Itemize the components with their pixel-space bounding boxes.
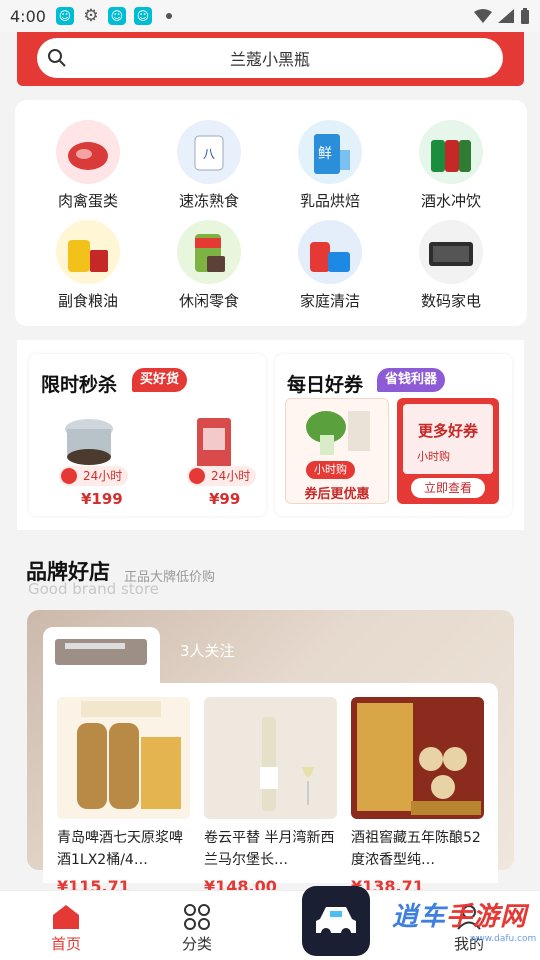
product-name: 卷云平替 半月湾新西兰马尔堡长… <box>204 830 335 868</box>
view-now-button[interactable]: 立即查看 <box>411 478 485 498</box>
cleaning-icon <box>298 220 362 284</box>
promo-section: 限时秒杀 买好货 24小时 24小时 ¥199 ¥99 每日好券 省钱利器 小时… <box>17 340 524 530</box>
meat-icon <box>56 120 120 184</box>
product-image <box>57 697 190 819</box>
more-notifications-dot-icon <box>165 13 172 19</box>
category-item[interactable]: 八 速冻熟食 <box>159 120 259 211</box>
battery-icon <box>521 8 529 24</box>
app-badge-car-icon <box>302 886 370 956</box>
category-item[interactable]: 休闲零食 <box>159 220 259 311</box>
flash-price: ¥199 <box>81 490 123 508</box>
faucet-icon <box>55 639 147 665</box>
search-header: 兰蔻小黑瓶 <box>17 32 524 86</box>
product-card[interactable]: 酒祖窖藏五年陈酿52度浓香型纯… ¥138.71 <box>351 697 484 896</box>
flash-price: ¥99 <box>209 490 241 508</box>
svg-text:鲜: 鲜 <box>318 146 332 162</box>
search-placeholder: 兰蔻小黑瓶 <box>229 50 310 69</box>
brand-section-subtitle-en: Good brand store <box>28 580 159 598</box>
tab-home[interactable]: 首页 <box>31 903 101 954</box>
product-image <box>351 697 484 819</box>
speaker-icon <box>419 220 483 284</box>
home-icon <box>31 903 101 931</box>
snack-icon <box>177 220 241 284</box>
app-notification-icon: ☺ <box>55 7 74 25</box>
signal-icon <box>498 9 514 23</box>
store-logo[interactable] <box>43 627 160 683</box>
status-time: 4:00 <box>10 6 46 26</box>
app-notification-icon: ☺ <box>107 7 126 25</box>
coupon-left-text: 券后更优惠 <box>304 487 370 502</box>
grid-icon <box>162 903 232 931</box>
oil-icon <box>56 220 120 284</box>
category-item[interactable]: 肉禽蛋类 <box>38 120 138 211</box>
search-input[interactable]: 兰蔻小黑瓶 <box>37 38 503 78</box>
category-item[interactable]: 酒水冲饮 <box>401 120 501 211</box>
coupon-tag: 省钱利器 <box>377 368 446 392</box>
category-grid: 肉禽蛋类 八 速冻熟食 鲜 乳品烘焙 酒水冲饮 副食粮油 休闲零食 家庭清洁 数… <box>15 100 527 326</box>
category-item[interactable]: 副食粮油 <box>38 220 138 311</box>
face-cream-icon <box>65 419 113 465</box>
hourly-badge: 小时购 <box>417 450 450 463</box>
watermark-logo: 逍车手游网 <box>392 902 528 932</box>
coupon-left-card[interactable]: 小时购 券后更优惠 <box>285 398 389 504</box>
product-card[interactable]: 卷云平替 半月湾新西兰马尔堡长… ¥148.00 <box>204 697 337 896</box>
svg-text:八: 八 <box>203 147 215 161</box>
coupon-title: 每日好券 <box>287 374 364 396</box>
frozen-food-icon: 八 <box>177 120 241 184</box>
drinks-icon <box>419 120 483 184</box>
product-name: 酒祖窖藏五年陈酿52度浓香型纯… <box>351 830 481 868</box>
flash-sale-card[interactable]: 限时秒杀 买好货 24小时 24小时 ¥199 ¥99 <box>29 354 266 516</box>
shop-mini-icon <box>61 468 77 484</box>
tab-category[interactable]: 分类 <box>162 903 232 954</box>
status-bar: 4:00 ☺ ⚙ ☺ ☺ <box>0 0 540 32</box>
hours-badge: 24小时 <box>187 466 257 486</box>
flash-sale-title: 限时秒杀 <box>41 374 118 396</box>
category-item[interactable]: 数码家电 <box>401 220 501 311</box>
milk-icon: 鲜 <box>298 120 362 184</box>
coupon-right-card[interactable]: 更多好券 小时购 立即查看 <box>397 398 499 504</box>
more-coupons-title: 更多好券 <box>417 422 478 440</box>
serum-box-icon <box>197 418 231 468</box>
hourly-badge: 小时购 <box>306 461 355 479</box>
flash-sale-tag: 买好货 <box>132 368 188 392</box>
store-followers: 3人关注 <box>180 642 235 660</box>
settings-gear-icon: ⚙ <box>83 6 99 26</box>
daily-coupon-card[interactable]: 每日好券 省钱利器 小时购 券后更优惠 更多好券 小时购 立即查看 <box>275 354 512 516</box>
category-item[interactable]: 鲜 乳品烘焙 <box>280 120 380 211</box>
product-card[interactable]: 青岛啤酒七天原浆啤酒1LX2桶/4… ¥115.71 <box>57 697 190 896</box>
shop-mini-icon <box>189 468 205 484</box>
product-list: 青岛啤酒七天原浆啤酒1LX2桶/4… ¥115.71 卷云平替 半月湾新西兰马尔… <box>43 683 498 896</box>
vegetable-icon <box>306 411 370 455</box>
product-name: 青岛啤酒七天原浆啤酒1LX2桶/4… <box>57 830 183 868</box>
wifi-icon <box>474 9 492 23</box>
hours-badge: 24小时 <box>59 466 129 486</box>
watermark-site: www.dafu.com <box>470 934 537 944</box>
app-notification-icon: ☺ <box>133 7 152 25</box>
category-item[interactable]: 家庭清洁 <box>280 220 380 311</box>
product-image <box>204 697 337 819</box>
